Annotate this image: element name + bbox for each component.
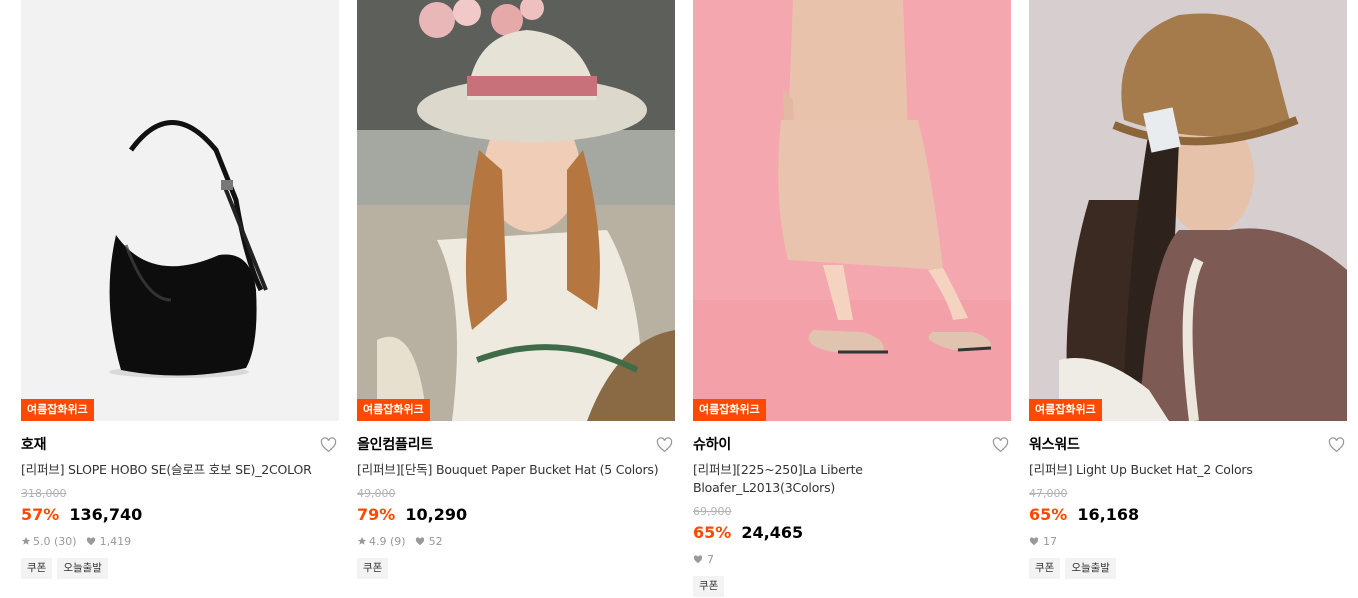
discount-rate: 65%: [693, 523, 732, 542]
product-meta: 7: [693, 552, 1011, 566]
event-badge: 여름잡화위크: [693, 399, 766, 421]
tag-list: 쿠폰 오늘출발: [1029, 558, 1347, 579]
brand-name[interactable]: 슈하이: [693, 436, 1011, 454]
rating: 4.9: [369, 534, 387, 548]
heart-outline-icon[interactable]: [1328, 437, 1345, 453]
brand-name[interactable]: 워스워드: [1029, 436, 1347, 454]
product-name[interactable]: [리퍼브] Light Up Bucket Hat_2 Colors: [1029, 461, 1347, 479]
tag-list: 쿠폰 오늘출발: [21, 558, 339, 579]
event-badge: 여름잡화위크: [21, 399, 94, 421]
product-name[interactable]: [리퍼브] SLOPE HOBO SE(슬로프 호보 SE)_2COLOR: [21, 461, 339, 479]
product-card[interactable]: 여름잡화위크 호재 [리퍼브] SLOPE HOBO SE(슬로프 호보 SE)…: [21, 0, 339, 579]
product-card[interactable]: 여름잡화위크 올인컴플리트 [리퍼브][단독] Bouquet Paper Bu…: [357, 0, 675, 579]
event-badge: 여름잡화위크: [357, 399, 430, 421]
product-name[interactable]: [리퍼브][단독] Bouquet Paper Bucket Hat (5 Co…: [357, 461, 675, 479]
product-name[interactable]: [리퍼브][225~250]La Liberte Bloafer_L2013(3…: [693, 461, 1011, 497]
price-row: 65% 24,465: [693, 522, 1011, 544]
tag-coupon: 쿠폰: [693, 576, 725, 597]
tag-list: 쿠폰: [357, 558, 675, 579]
product-meta: 17: [1029, 534, 1347, 548]
product-image-straw-hat[interactable]: 여름잡화위크: [1029, 0, 1347, 421]
tag-same-day: 오늘출발: [1065, 558, 1116, 579]
review-count: (9): [390, 534, 406, 548]
heart-icon: [415, 536, 424, 545]
heart-outline-icon[interactable]: [656, 437, 673, 453]
original-price: 69,900: [693, 505, 732, 518]
discount-rate: 65%: [1029, 505, 1068, 524]
like-count: 1,419: [99, 534, 132, 548]
heart-outline-icon[interactable]: [320, 437, 337, 453]
product-card[interactable]: 여름잡화위크 워스워드 [리퍼브] Light Up Bucket Hat_2 …: [1029, 0, 1347, 579]
heart-outline-icon[interactable]: [992, 437, 1009, 453]
product-image-paper-hat[interactable]: 여름잡화위크: [357, 0, 675, 421]
sale-price: 16,168: [1077, 505, 1140, 524]
product-grid: 여름잡화위크 호재 [리퍼브] SLOPE HOBO SE(슬로프 호보 SE)…: [0, 0, 1358, 598]
tag-list: 쿠폰: [693, 576, 1011, 597]
brand-name[interactable]: 호재: [21, 436, 339, 454]
original-price: 47,000: [1029, 487, 1068, 500]
like-count: 7: [707, 552, 714, 566]
tag-coupon: 쿠폰: [1029, 558, 1061, 579]
heart-icon: [86, 536, 95, 545]
discount-rate: 57%: [21, 505, 60, 524]
product-image-hobo-bag[interactable]: 여름잡화위크: [21, 0, 339, 421]
like-count: 17: [1043, 534, 1057, 548]
heart-icon: [693, 554, 703, 563]
star-icon: [21, 536, 31, 545]
review-count: (30): [54, 534, 77, 548]
product-card[interactable]: 여름잡화위크 슈하이 [리퍼브][225~250]La Liberte Bloa…: [693, 0, 1011, 597]
product-meta: 5.0 (30) 1,419: [21, 534, 339, 548]
like-count: 52: [428, 534, 443, 548]
brand-name[interactable]: 올인컴플리트: [357, 436, 675, 454]
price-row: 57% 136,740: [21, 504, 339, 526]
original-price: 49,000: [357, 487, 396, 500]
tag-coupon: 쿠폰: [357, 558, 389, 579]
tag-coupon: 쿠폰: [21, 558, 53, 579]
original-price: 318,000: [21, 487, 67, 500]
sale-price: 10,290: [405, 505, 468, 524]
tag-same-day: 오늘출발: [57, 558, 108, 579]
product-image-loafers[interactable]: 여름잡화위크: [693, 0, 1011, 421]
star-icon: [357, 536, 367, 545]
product-meta: 4.9 (9) 52: [357, 534, 675, 548]
rating: 5.0: [33, 534, 51, 548]
sale-price: 24,465: [741, 523, 804, 542]
price-row: 79% 10,290: [357, 504, 675, 526]
sale-price: 136,740: [69, 505, 143, 524]
price-row: 65% 16,168: [1029, 504, 1347, 526]
heart-icon: [1029, 536, 1039, 545]
event-badge: 여름잡화위크: [1029, 399, 1102, 421]
discount-rate: 79%: [357, 505, 396, 524]
